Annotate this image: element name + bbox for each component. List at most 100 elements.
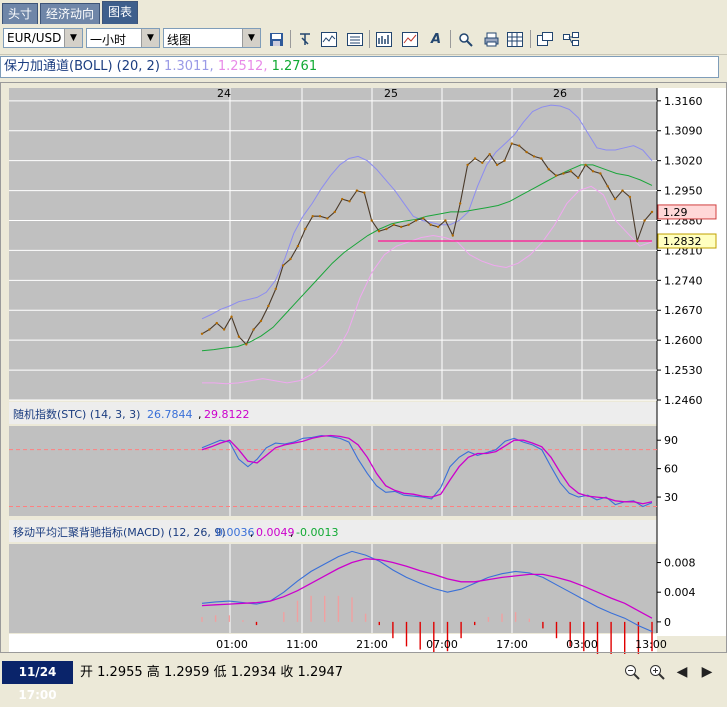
chevron-down-icon[interactable]: ▼: [141, 29, 159, 47]
print-icon[interactable]: [482, 30, 500, 48]
stc-tick-label: 90: [664, 434, 678, 447]
price-tick-label: 1.2950: [664, 185, 703, 198]
stc-value-d: 29.8122: [204, 408, 250, 421]
chevron-down-icon[interactable]: ▼: [242, 29, 260, 47]
toolbar-separator: [450, 30, 451, 48]
period-value: 一小时: [90, 33, 127, 47]
chart-panel-2: [9, 544, 657, 633]
chart-svg[interactable]: 1.31601.30901.30201.29501.28801.28101.27…: [0, 82, 727, 655]
price-point: [363, 191, 366, 194]
price-point: [370, 219, 373, 222]
price-point: [459, 202, 462, 205]
zoom-out-icon[interactable]: [622, 662, 642, 682]
date-label: 26: [553, 87, 567, 100]
chart-type-value: 线图: [167, 33, 192, 47]
window-icon[interactable]: [536, 30, 554, 48]
stc-title: 随机指数(STC) (14, 3, 3): [13, 407, 140, 421]
price-point: [547, 168, 550, 171]
macd-title: 移动平均汇聚背驰指标(MACD) (12, 26, 9): [13, 525, 226, 539]
price-point: [650, 210, 654, 214]
chevron-down-icon[interactable]: ▼: [64, 29, 82, 47]
tab-chart[interactable]: 图表: [102, 1, 139, 24]
price-axis: [657, 88, 727, 636]
period-select[interactable]: 一小时 ▼: [86, 28, 160, 48]
cursor-icon[interactable]: [296, 30, 314, 48]
high-value: 1.2959: [163, 665, 210, 680]
boll-lower-value: 1.2512: [217, 59, 264, 74]
price-point: [274, 287, 277, 291]
scroll-right-icon[interactable]: ▶: [697, 662, 717, 682]
chart-area[interactable]: 1.3160 1.3090 1.3020 1.2950 1.2880 1.2810 1.27…: [0, 82, 727, 655]
macd-value: 0.0036: [216, 526, 255, 539]
price-point: [562, 172, 565, 175]
price-point: [429, 223, 432, 226]
price-point: [385, 227, 388, 231]
tab-positions[interactable]: 头寸: [2, 3, 39, 24]
price-point: [613, 197, 617, 201]
time-tick-label: 11:00: [286, 638, 318, 651]
list-icon[interactable]: [346, 30, 364, 48]
time-tick-label: 03:00: [566, 638, 598, 651]
price-point: [628, 195, 632, 199]
date-label: 25: [384, 87, 398, 100]
price-point: [377, 230, 381, 233]
current-price-label: 1.29: [663, 206, 688, 219]
close-label: 收: [280, 665, 294, 680]
table-icon[interactable]: [506, 30, 524, 48]
scroll-left-icon[interactable]: ◀: [672, 662, 692, 682]
stc-tick-label: 30: [664, 491, 678, 504]
price-point: [200, 332, 204, 335]
bar-chart-icon[interactable]: [375, 30, 393, 48]
price-point: [599, 172, 602, 175]
macd-sep: ,: [250, 526, 254, 539]
layout-icon[interactable]: [562, 30, 580, 48]
chart-toolbar: EUR/USD ▼ 一小时 ▼ 线图 ▼ A: [0, 24, 727, 55]
price-point: [621, 189, 624, 192]
open-label: 开: [80, 665, 94, 680]
chart-panel-0: [9, 88, 657, 400]
price-point: [237, 335, 241, 338]
indicator-label-row: 保力加通道(BOLL) (20, 2) 1.3011, 1.2512, 1.27…: [0, 56, 719, 78]
text-icon[interactable]: A: [427, 30, 445, 48]
ohlc-readout: 开 1.2955 高 1.2959 低 1.2934 收 1.2947: [80, 661, 343, 684]
price-point: [481, 161, 484, 164]
price-tick-label: 1.2740: [664, 274, 703, 287]
price-point: [333, 210, 336, 214]
price-tick-label: 1.2600: [664, 334, 703, 347]
time-tick-label: 17:00: [496, 638, 528, 651]
price-point: [400, 225, 403, 229]
low-value: 1.2934: [230, 665, 277, 680]
time-tick-label: 13:00: [635, 638, 667, 651]
low-label: 低: [213, 665, 227, 680]
price-point: [230, 315, 233, 318]
price-point: [245, 343, 248, 346]
price-point: [495, 163, 499, 167]
price-point: [348, 200, 351, 203]
zoom-in-icon[interactable]: [647, 662, 667, 682]
macd-signal-value: 0.0049: [256, 526, 295, 539]
wave-icon[interactable]: [320, 30, 338, 48]
price-point: [488, 153, 491, 156]
tab-economic-news[interactable]: 经济动向: [40, 3, 101, 24]
bar-time: 11/24 17:00: [2, 661, 73, 702]
price-point: [414, 219, 418, 222]
price-point: [422, 217, 425, 220]
price-tick-label: 1.3020: [664, 155, 703, 168]
open-value: 1.2955: [97, 665, 143, 680]
zoom-icon[interactable]: [456, 30, 474, 48]
price-tick-label: 1.3160: [664, 95, 703, 108]
line-chart-icon[interactable]: [401, 30, 419, 48]
price-point: [289, 257, 292, 261]
price-point: [355, 189, 359, 192]
price-point: [510, 142, 513, 145]
price-point: [436, 225, 440, 229]
date-label: 24: [217, 87, 231, 100]
chart-type-select[interactable]: 线图 ▼: [163, 28, 261, 48]
save-icon[interactable]: [267, 30, 285, 48]
price-point: [554, 174, 558, 177]
macd-sep: ,: [290, 526, 294, 539]
price-point: [341, 197, 344, 201]
symbol-select[interactable]: EUR/USD ▼: [3, 28, 83, 48]
boll-middle-value: 1.2761: [271, 59, 318, 74]
toolbar-separator: [530, 30, 531, 48]
